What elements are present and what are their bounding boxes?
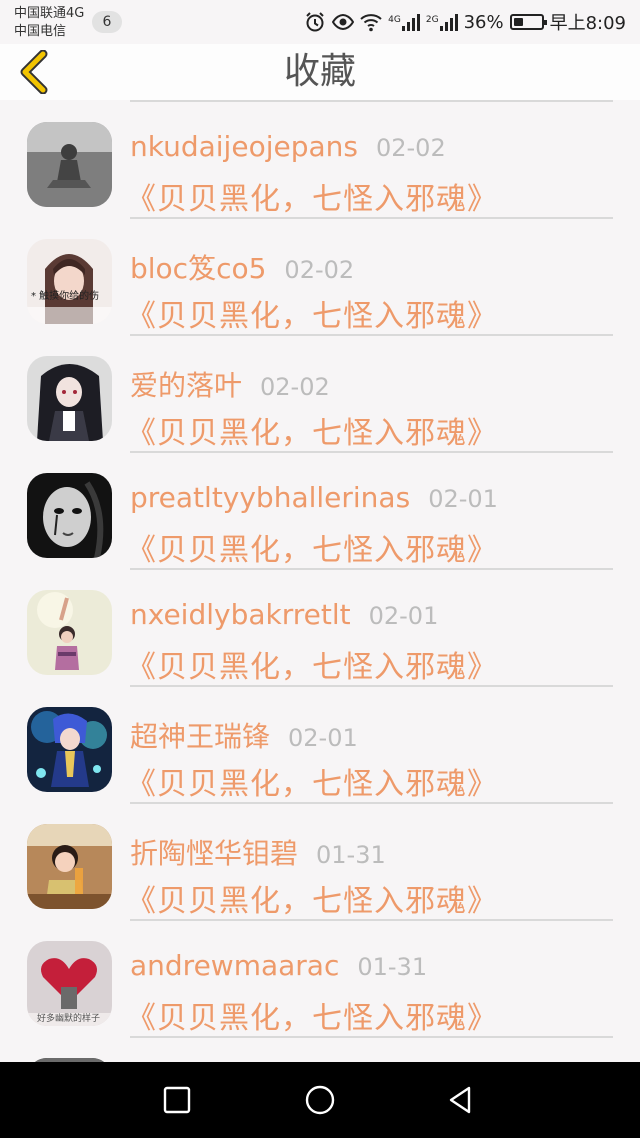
status-icons: 4G 2G 36% 早上8:09 xyxy=(304,9,626,35)
wifi-icon xyxy=(360,14,382,32)
list-item[interactable]: nxeidlybakrretlt 02-01 《贝贝黑化，七怪入邪魂》 xyxy=(0,570,640,687)
back-button[interactable] xyxy=(12,50,56,94)
carrier-info: 中国联通4G 中国电信 xyxy=(14,5,84,41)
square-icon xyxy=(163,1086,191,1114)
avatar xyxy=(27,824,112,909)
back-nav-button[interactable] xyxy=(441,1080,481,1120)
page-title: 收藏 xyxy=(283,51,356,92)
list-item[interactable]: 好多幽默的样子 andrewmaarac 01-31 《贝贝黑化，七怪入邪魂》 xyxy=(0,921,640,1038)
username: preatltyybhallerinas xyxy=(130,481,411,514)
carrier-primary: 中国联通4G xyxy=(14,6,85,21)
list-item[interactable]: 爱的落叶 02-02 《贝贝黑化，七怪入邪魂》 xyxy=(0,336,640,453)
username: bloc笈co5 xyxy=(130,252,267,285)
item-date: 02-01 xyxy=(368,602,439,630)
item-subtitle: 《贝贝黑化，七怪入邪魂》 xyxy=(126,299,498,334)
item-subtitle: 《贝贝黑化，七怪入邪魂》 xyxy=(126,650,498,685)
avatar-caption: * 触摸你给的伤 xyxy=(31,291,100,302)
alarm-icon xyxy=(306,12,324,32)
avatar xyxy=(27,122,112,207)
battery-percent: 36% xyxy=(463,11,504,33)
avatar xyxy=(27,473,112,558)
avatar xyxy=(27,356,112,441)
username: nkudaijeojepans xyxy=(130,130,358,163)
item-date: 02-02 xyxy=(375,134,446,162)
item-subtitle: 《贝贝黑化，七怪入邪魂》 xyxy=(126,533,498,568)
list-item[interactable]: preatltyybhallerinas 02-01 《贝贝黑化，七怪入邪魂》 xyxy=(0,453,640,570)
list-item[interactable]: 超神王瑞锋 02-01 《贝贝黑化，七怪入邪魂》 xyxy=(0,687,640,804)
item-date: 02-01 xyxy=(428,485,498,513)
item-subtitle: 《贝贝黑化，七怪入邪魂》 xyxy=(126,884,498,919)
chevron-left-icon xyxy=(20,50,48,94)
circle-icon xyxy=(305,1085,335,1115)
status-bar: 中国联通4G 中国电信 6 4G 2G 36% 早上8:09 xyxy=(0,0,640,44)
item-date: 01-31 xyxy=(316,841,386,869)
battery-level xyxy=(513,18,523,26)
item-subtitle: 《贝贝黑化，七怪入邪魂》 xyxy=(126,767,498,802)
carrier-secondary: 中国电信 xyxy=(14,24,67,39)
username: nxeidlybakrretlt xyxy=(130,598,351,631)
home-button[interactable] xyxy=(300,1080,340,1120)
avatar-caption: 好多幽默的样子 xyxy=(37,1014,101,1024)
list-item[interactable]: 折陶悭华钼碧 01-31 《贝贝黑化，七怪入邪魂》 xyxy=(0,804,640,921)
item-subtitle: 《贝贝黑化，七怪入邪魂》 xyxy=(126,182,498,217)
item-date: 02-02 xyxy=(260,373,330,401)
avatar xyxy=(27,707,112,792)
recent-apps-button[interactable] xyxy=(157,1080,197,1120)
navigation-bar xyxy=(0,1062,640,1138)
notification-badge: 6 xyxy=(92,11,122,33)
item-subtitle: 《贝贝黑化，七怪入邪魂》 xyxy=(126,1001,498,1036)
avatar: * 触摸你给的伤 xyxy=(27,239,112,324)
signal-4g-icon: 4G xyxy=(388,13,420,31)
triangle-back-icon xyxy=(449,1086,471,1114)
list-item[interactable] xyxy=(0,1038,640,1062)
item-date: 02-01 xyxy=(288,724,358,752)
signal-2g-icon: 2G xyxy=(426,13,458,31)
item-date: 02-02 xyxy=(284,256,355,284)
username: 爱的落叶 xyxy=(130,369,243,402)
battery-icon xyxy=(509,14,547,30)
list-item[interactable]: nkudaijeojepans 02-02 《贝贝黑化，七怪入邪魂》 xyxy=(0,102,640,219)
favorites-screen: 中国联通4G 中国电信 6 4G 2G 36% 早上8:09 收藏 nkudai… xyxy=(0,0,640,1138)
favorites-list: nkudaijeojepans 02-02 《贝贝黑化，七怪入邪魂》 * 触摸你给… xyxy=(0,100,640,1062)
clock: 早上8:09 xyxy=(549,13,626,34)
avatar: 好多幽默的样子 xyxy=(27,941,112,1026)
eye-icon xyxy=(332,13,355,31)
username: 折陶悭华钼碧 xyxy=(130,837,299,870)
username: 超神王瑞锋 xyxy=(130,720,271,753)
item-date: 01-31 xyxy=(357,953,428,981)
username: andrewmaarac xyxy=(130,949,340,982)
list-item[interactable]: * 触摸你给的伤 bloc笈co5 02-02 《贝贝黑化，七怪入邪魂》 xyxy=(0,219,640,336)
avatar xyxy=(27,590,112,675)
item-subtitle: 《贝贝黑化，七怪入邪魂》 xyxy=(126,416,498,451)
title-bar: 收藏 xyxy=(0,44,640,100)
